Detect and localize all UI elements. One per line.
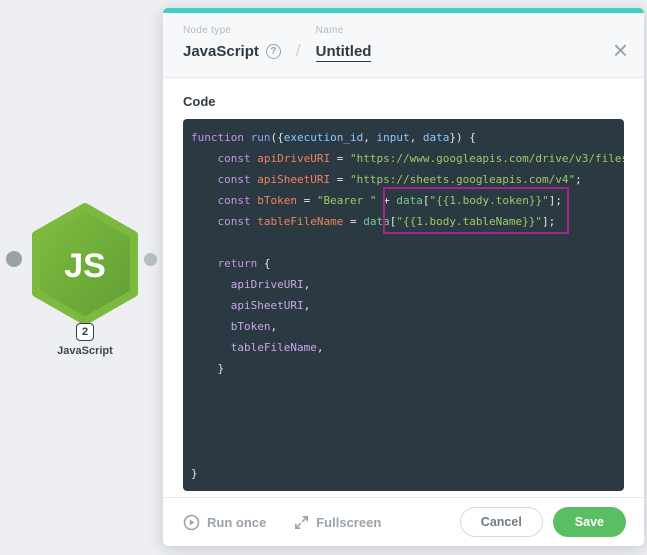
code-line[interactable]: const apiSheetURI = "https://sheets.goog… [191, 169, 624, 190]
code-line[interactable] [191, 421, 624, 442]
code-line[interactable]: apiSheetURI, [191, 295, 624, 316]
node-type-label: Node type [183, 25, 281, 36]
node-type-value: JavaScript [183, 43, 259, 60]
code-line[interactable]: function run({execution_id, input, data}… [191, 127, 624, 148]
workflow-node-javascript[interactable]: JS 2 JavaScript [0, 196, 170, 366]
node-settings-modal: Node type JavaScript ? / Name Untitled ×… [163, 8, 644, 546]
node-type-field: Node type JavaScript ? [183, 25, 281, 60]
code-line[interactable]: return { [191, 253, 624, 274]
play-circle-icon [183, 514, 200, 531]
name-label: Name [316, 25, 372, 36]
code-editor[interactable]: function run({execution_id, input, data}… [183, 119, 624, 491]
modal-header: Node type JavaScript ? / Name Untitled × [163, 13, 644, 78]
code-field-label: Code [183, 94, 624, 109]
save-button[interactable]: Save [553, 507, 626, 537]
code-line[interactable] [191, 232, 624, 253]
code-line[interactable]: } [191, 358, 624, 379]
fullscreen-label: Fullscreen [316, 515, 381, 530]
code-line[interactable]: } [191, 463, 624, 484]
fullscreen-button[interactable]: Fullscreen [294, 515, 381, 530]
code-line[interactable]: const apiDriveURI = "https://www.googlea… [191, 148, 624, 169]
header-separator: / [296, 41, 301, 62]
code-line[interactable]: const bToken = "Bearer " + data["{{1.bod… [191, 190, 624, 211]
code-line[interactable] [191, 400, 624, 421]
app-root: { "colors": { "accent_teal": "#3ed0c4", … [0, 0, 647, 555]
code-line[interactable]: tableFileName, [191, 337, 624, 358]
modal-body: Code function run({execution_id, input, … [163, 78, 644, 491]
run-once-button[interactable]: Run once [183, 514, 266, 531]
input-port-icon[interactable] [6, 251, 22, 267]
code-line[interactable]: const tableFileName = data["{{1.body.tab… [191, 211, 624, 232]
modal-footer: Run once Fullscreen Cancel Save [163, 497, 644, 546]
code-line[interactable]: apiDriveURI, [191, 274, 624, 295]
nodejs-hexagon-logo[interactable]: JS [25, 202, 145, 326]
node-name-input[interactable]: Untitled [316, 43, 372, 62]
code-line[interactable]: bToken, [191, 316, 624, 337]
node-label: JavaScript [0, 345, 170, 357]
close-icon[interactable]: × [613, 37, 628, 63]
cancel-button[interactable]: Cancel [460, 507, 543, 537]
code-editor-content: function run({execution_id, input, data}… [191, 127, 624, 484]
node-order-badge: 2 [76, 323, 94, 341]
code-line[interactable] [191, 442, 624, 463]
node-logo-text: JS [64, 247, 106, 285]
output-port-icon[interactable] [144, 253, 157, 266]
node-name-field: Name Untitled [316, 25, 372, 62]
fullscreen-icon [294, 515, 309, 530]
code-line[interactable] [191, 379, 624, 400]
help-icon[interactable]: ? [266, 44, 281, 59]
run-once-label: Run once [207, 515, 266, 530]
